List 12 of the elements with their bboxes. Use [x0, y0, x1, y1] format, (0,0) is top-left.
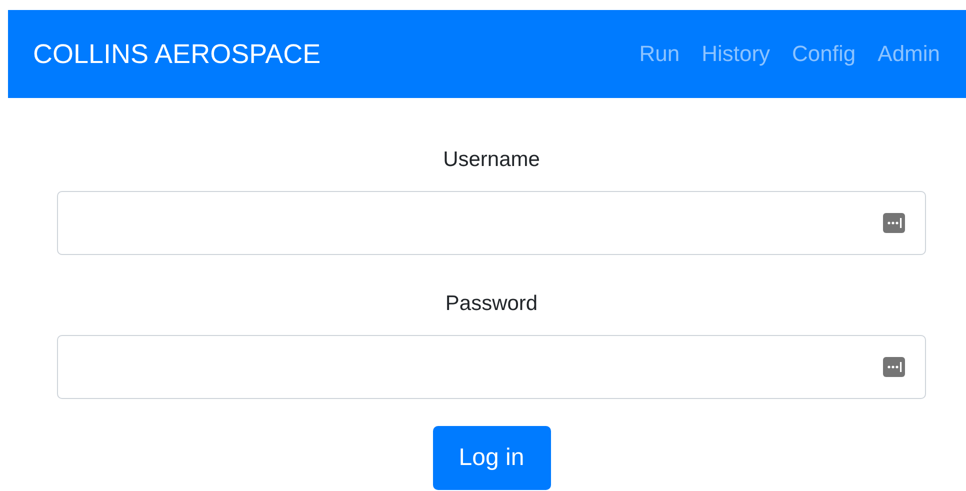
password-manager-icon[interactable]: [883, 357, 905, 377]
password-manager-icon[interactable]: [883, 213, 905, 233]
input-field[interactable]: [57, 335, 926, 399]
nav-link[interactable]: Config: [792, 41, 856, 67]
brand-link[interactable]: COLLINS AEROSPACE: [33, 38, 321, 70]
nav-link[interactable]: Run: [639, 41, 680, 67]
nav-link[interactable]: Admin: [878, 41, 940, 67]
login-button[interactable]: Log in: [432, 426, 550, 490]
input-field[interactable]: [57, 191, 926, 255]
field-label: Password: [445, 292, 538, 316]
nav-link[interactable]: History: [702, 41, 770, 67]
field-label: Username: [443, 148, 540, 172]
